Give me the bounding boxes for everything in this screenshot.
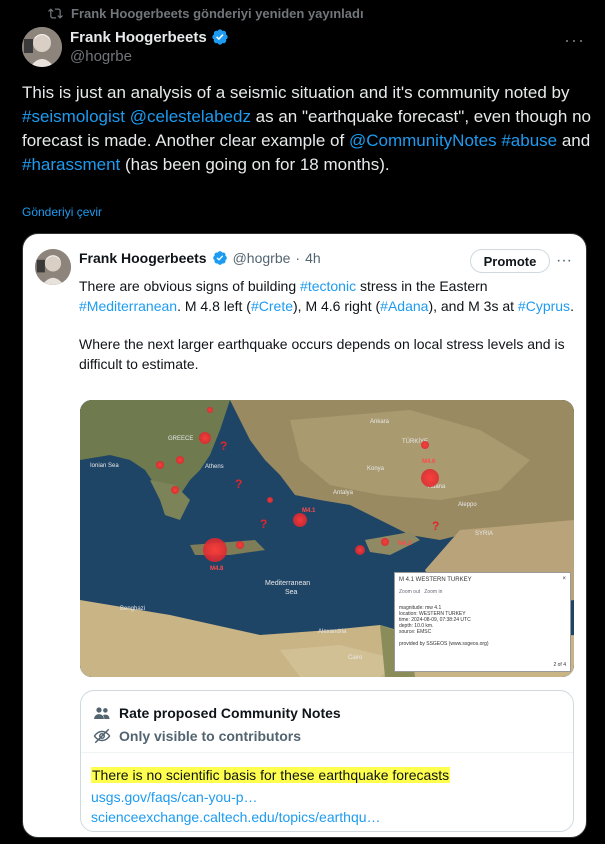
map-label-aleppo: Aleppo [458,502,477,508]
avatar[interactable] [22,27,62,67]
rate-notes-row[interactable]: Rate proposed Community Notes [93,704,341,722]
quoted-paragraph-1: There are obvious signs of building #tec… [79,276,579,316]
visibility-row: Only visible to contributors [93,727,301,745]
author-name[interactable]: Frank Hoogerbeets [70,29,207,46]
popup-details: magnitude: mw 4.1 location: WESTERN TURK… [399,605,488,647]
text-segment: stress in the Eastern [356,278,488,294]
quoted-author-handle[interactable]: @hogrbe [233,250,291,266]
popup-tabs[interactable]: Zoom out Zoom in [399,589,442,595]
verified-badge-icon [212,29,228,45]
text-segment: ), M 4.6 right ( [293,298,381,314]
quake-marker [355,545,365,555]
community-notes-header: Rate proposed Community Notes Only visib… [81,691,573,753]
map-label-mediterranean: Mediterranean [265,580,310,587]
map-label-benghazi: Benghazi [120,606,145,612]
separator-dot: · [295,250,301,266]
more-options-icon[interactable]: ··· [564,30,585,51]
quake-marker [236,541,244,549]
inline-link[interactable]: #Mediterranean [79,298,177,314]
popup-footer: provided by SSGEOS (www.ssgeos.org) [399,641,489,647]
zoom-in-tab[interactable]: Zoom in [424,589,442,595]
quoted-post-text: There are obvious signs of building #tec… [79,276,579,374]
quoted-post-header: Frank Hoogerbeets @hogrbe · 4h [79,250,321,266]
community-note-text: There is no scientific basis for these e… [91,767,451,783]
magnitude-label: M4.6 [422,459,436,465]
author-info: Frank Hoogerbeets @hogrbe [70,28,229,65]
repost-icon [48,8,63,19]
inline-link[interactable]: @celestelabedz [130,107,251,126]
quoted-avatar[interactable] [35,249,71,285]
map-label-konya: Konya [367,466,385,472]
zoom-out-tab[interactable]: Zoom out [399,589,420,595]
quake-marker [421,441,429,449]
quoted-author-name[interactable]: Frank Hoogerbeets [79,250,207,266]
map-label-cairo: Cairo [348,655,363,661]
inline-link[interactable]: #harassment [22,155,120,174]
quake-marker [381,538,389,546]
text-segment: (has been going on for 18 months). [120,155,390,174]
popup-pager[interactable]: 2 of 4 [553,662,566,668]
inline-link[interactable]: #Adana [380,298,428,314]
popup-title: M 4.1 WESTERN TURKEY [399,577,472,583]
note-source-link[interactable]: usgs.gov/faqs/can-you-p… [91,789,258,805]
verified-badge-icon [212,251,227,265]
map-label-ionian-sea: Ionian Sea [90,463,119,469]
visibility-label: Only visible to contributors [119,728,302,744]
repost-text: Frank Hoogerbeets gönderiyi yeniden yayı… [71,6,364,21]
svg-text:?: ? [260,517,267,531]
magnitude-label: M4.8 [210,566,224,572]
text-segment: This is just an analysis of a seismic si… [22,83,570,102]
quake-marker [267,497,273,503]
rate-notes-label: Rate proposed Community Notes [119,705,341,721]
text-segment: ), and M 3s at [428,298,518,314]
map-label-ankara: Ankara [370,419,390,425]
promote-button[interactable]: Promote [470,249,550,273]
svg-text:?: ? [220,439,227,453]
text-segment: and [557,131,591,150]
map-label-athens: Athens [205,464,224,470]
magnitude-label: M4.2 [398,541,412,547]
quake-marker [156,461,164,469]
inline-link[interactable]: #tectonic [300,278,356,294]
text-segment: There are obvious signs of building [79,278,301,294]
inline-link[interactable]: #seismologist [22,107,125,126]
quake-marker [199,432,211,444]
quoted-paragraph-2: Where the next larger earthquake occurs … [79,336,565,372]
post-text: This is just an analysis of a seismic si… [22,81,592,177]
repost-indicator[interactable]: Frank Hoogerbeets gönderiyi yeniden yayı… [48,6,364,21]
popup-line: source: EMSC [399,629,432,635]
map-label-alexandria: Alexandria [318,629,347,635]
quake-marker [421,469,439,487]
popup-close-icon[interactable]: × [562,576,566,582]
eye-off-icon [93,728,111,744]
svg-text:?: ? [235,477,242,491]
inline-link[interactable]: @CommunityNotes [349,131,497,150]
svg-text:?: ? [432,519,439,533]
seismic-map-image[interactable]: GREECE Athens Ankara TÜRKİYE Konya Antal… [80,400,574,677]
text-segment: . M 4.8 left ( [177,298,251,314]
earthquake-info-popup[interactable]: M 4.1 WESTERN TURKEY × Zoom out Zoom in … [394,572,571,672]
text-segment: . [570,298,574,314]
map-label-greece: GREECE [168,436,193,442]
quake-marker [203,538,227,562]
map-label-sea: Sea [285,589,298,596]
community-notes-box[interactable]: Rate proposed Community Notes Only visib… [80,690,574,832]
quoted-post-time[interactable]: 4h [305,250,321,266]
quake-marker [293,513,307,527]
map-label-syria: SYRIA [475,531,493,537]
translate-post-link[interactable]: Gönderiyi çevir [22,205,102,219]
inline-link[interactable]: #Crete [251,298,293,314]
magnitude-label: M4.1 [302,508,316,514]
quake-marker [176,456,184,464]
quake-marker [171,486,179,494]
author-handle[interactable]: @hogrbe [70,48,229,65]
inline-link[interactable]: #Cyprus [518,298,570,314]
quoted-post[interactable]: Frank Hoogerbeets @hogrbe · 4h Promote ·… [22,233,587,838]
note-source-link[interactable]: scienceexchange.caltech.edu/topics/earth… [91,809,381,825]
map-label-antalya: Antalya [333,490,354,496]
inline-link[interactable]: #abuse [501,131,557,150]
people-icon [94,707,110,719]
quake-marker [207,407,213,413]
more-options-icon[interactable]: ··· [556,252,572,270]
